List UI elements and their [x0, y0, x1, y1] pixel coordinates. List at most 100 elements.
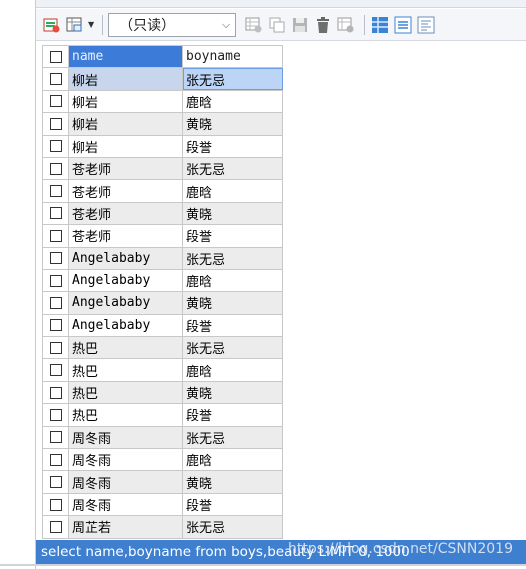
- table-row[interactable]: Angelababy 黄晓: [42, 291, 283, 315]
- cell-name[interactable]: 周冬雨: [68, 448, 183, 472]
- form-view-icon[interactable]: [393, 15, 413, 35]
- cell-boyname[interactable]: 张无忌: [182, 156, 283, 181]
- row-checkbox[interactable]: [42, 224, 69, 248]
- cell-boyname[interactable]: 鹿晗: [182, 448, 283, 472]
- result-mode-select[interactable]: （只读） ⌵: [108, 12, 237, 37]
- cell-boyname[interactable]: 张无忌: [182, 336, 283, 360]
- table-row[interactable]: 苍老师 黄晓: [42, 201, 283, 226]
- table-row[interactable]: 苍老师 张无忌: [42, 156, 283, 181]
- cell-name[interactable]: 柳岩: [68, 134, 183, 158]
- cell-name[interactable]: 周冬雨: [68, 470, 183, 494]
- row-checkbox[interactable]: [42, 156, 69, 181]
- cancel-changes-icon[interactable]: [336, 15, 356, 35]
- row-checkbox[interactable]: [42, 358, 69, 382]
- row-checkbox[interactable]: [42, 336, 69, 360]
- row-checkbox[interactable]: [42, 112, 69, 136]
- cell-name[interactable]: 苍老师: [68, 156, 183, 181]
- row-checkbox[interactable]: [42, 470, 69, 494]
- cell-boyname[interactable]: 段誉: [182, 224, 283, 248]
- table-row[interactable]: 热巴 张无忌: [42, 336, 283, 360]
- table-row[interactable]: 苍老师 段誉: [42, 224, 283, 248]
- cell-name[interactable]: 周冬雨: [68, 425, 183, 450]
- cell-name[interactable]: 周芷若: [68, 515, 183, 539]
- row-checkbox[interactable]: [42, 246, 69, 270]
- table-row[interactable]: 柳岩 黄晓: [42, 112, 283, 136]
- cell-name[interactable]: 周冬雨: [68, 492, 183, 517]
- cell-name[interactable]: 柳岩: [68, 112, 183, 136]
- row-checkbox[interactable]: [42, 492, 69, 517]
- row-checkbox[interactable]: [42, 313, 69, 338]
- row-checkbox[interactable]: [42, 179, 69, 203]
- refresh-grid-icon[interactable]: [42, 15, 62, 35]
- cell-name[interactable]: Angelababy: [68, 313, 183, 338]
- table-row[interactable]: 热巴 黄晓: [42, 380, 283, 405]
- table-row[interactable]: 周冬雨 黄晓: [42, 470, 283, 494]
- grid-view-icon[interactable]: [370, 15, 390, 35]
- cell-name[interactable]: Angelababy: [68, 291, 183, 315]
- cell-boyname[interactable]: 黄晓: [182, 201, 283, 226]
- grid-header-row: name boyname: [42, 44, 283, 69]
- row-checkbox[interactable]: [42, 380, 69, 405]
- cell-boyname[interactable]: 段誉: [182, 492, 283, 517]
- table-row[interactable]: 柳岩 段誉: [42, 134, 283, 158]
- table-row[interactable]: Angelababy 段誉: [42, 313, 283, 338]
- cell-name[interactable]: 热巴: [68, 403, 183, 427]
- table-row[interactable]: 苍老师 鹿晗: [42, 179, 283, 203]
- insert-row-icon[interactable]: [244, 15, 264, 35]
- table-row[interactable]: 热巴 段誉: [42, 403, 283, 427]
- cell-boyname[interactable]: 鹿晗: [182, 89, 283, 114]
- duplicate-row-icon[interactable]: [267, 15, 287, 35]
- column-header-name[interactable]: name: [68, 44, 183, 69]
- cell-boyname[interactable]: 段誉: [182, 403, 283, 427]
- delete-icon[interactable]: [313, 15, 333, 35]
- text-view-icon[interactable]: [416, 15, 436, 35]
- cell-name[interactable]: 柳岩: [68, 67, 183, 91]
- row-checkbox[interactable]: [42, 67, 69, 91]
- cell-name[interactable]: 热巴: [68, 358, 183, 382]
- row-checkbox[interactable]: [42, 201, 69, 226]
- table-row[interactable]: 柳岩 鹿晗: [42, 89, 283, 114]
- select-all-checkbox[interactable]: [42, 44, 69, 69]
- table-row[interactable]: 周冬雨 段誉: [42, 492, 283, 517]
- table-row[interactable]: 柳岩 张无忌: [42, 67, 283, 91]
- cell-boyname[interactable]: 张无忌: [182, 515, 283, 539]
- table-row[interactable]: 热巴 鹿晗: [42, 358, 283, 382]
- cell-boyname[interactable]: 段誉: [182, 313, 283, 338]
- row-checkbox[interactable]: [42, 134, 69, 158]
- cell-boyname[interactable]: 段誉: [182, 134, 283, 158]
- table-row[interactable]: 周冬雨 鹿晗: [42, 448, 283, 472]
- save-icon[interactable]: [290, 15, 310, 35]
- table-row[interactable]: Angelababy 鹿晗: [42, 268, 283, 293]
- cell-boyname[interactable]: 鹿晗: [182, 179, 283, 203]
- row-checkbox[interactable]: [42, 448, 69, 472]
- cell-boyname[interactable]: 张无忌: [182, 67, 283, 91]
- cell-boyname[interactable]: 鹿晗: [182, 358, 283, 382]
- row-checkbox[interactable]: [42, 89, 69, 114]
- cell-boyname[interactable]: 黄晓: [182, 470, 283, 494]
- cell-boyname[interactable]: 黄晓: [182, 291, 283, 315]
- export-options-icon[interactable]: [65, 15, 85, 35]
- cell-name[interactable]: 苍老师: [68, 224, 183, 248]
- cell-name[interactable]: 热巴: [68, 336, 183, 360]
- column-header-boyname[interactable]: boyname: [182, 44, 283, 69]
- cell-boyname[interactable]: 张无忌: [182, 425, 283, 450]
- row-checkbox[interactable]: [42, 403, 69, 427]
- cell-boyname[interactable]: 鹿晗: [182, 268, 283, 293]
- cell-name[interactable]: 苍老师: [68, 201, 183, 226]
- cell-name[interactable]: 苍老师: [68, 179, 183, 203]
- row-checkbox[interactable]: [42, 268, 69, 293]
- cell-boyname[interactable]: 张无忌: [182, 246, 283, 270]
- row-checkbox[interactable]: [42, 515, 69, 539]
- table-row[interactable]: 周冬雨 张无忌: [42, 425, 283, 450]
- row-checkbox[interactable]: [42, 425, 69, 450]
- cell-name[interactable]: Angelababy: [68, 246, 183, 270]
- row-checkbox[interactable]: [42, 291, 69, 315]
- cell-name[interactable]: 热巴: [68, 380, 183, 405]
- cell-boyname[interactable]: 黄晓: [182, 112, 283, 136]
- table-row[interactable]: 周芷若 张无忌: [42, 515, 283, 539]
- table-row[interactable]: Angelababy 张无忌: [42, 246, 283, 270]
- cell-name[interactable]: Angelababy: [68, 268, 183, 293]
- cell-boyname[interactable]: 黄晓: [182, 380, 283, 405]
- cell-name[interactable]: 柳岩: [68, 89, 183, 114]
- chevron-down-icon[interactable]: ▼: [88, 20, 94, 29]
